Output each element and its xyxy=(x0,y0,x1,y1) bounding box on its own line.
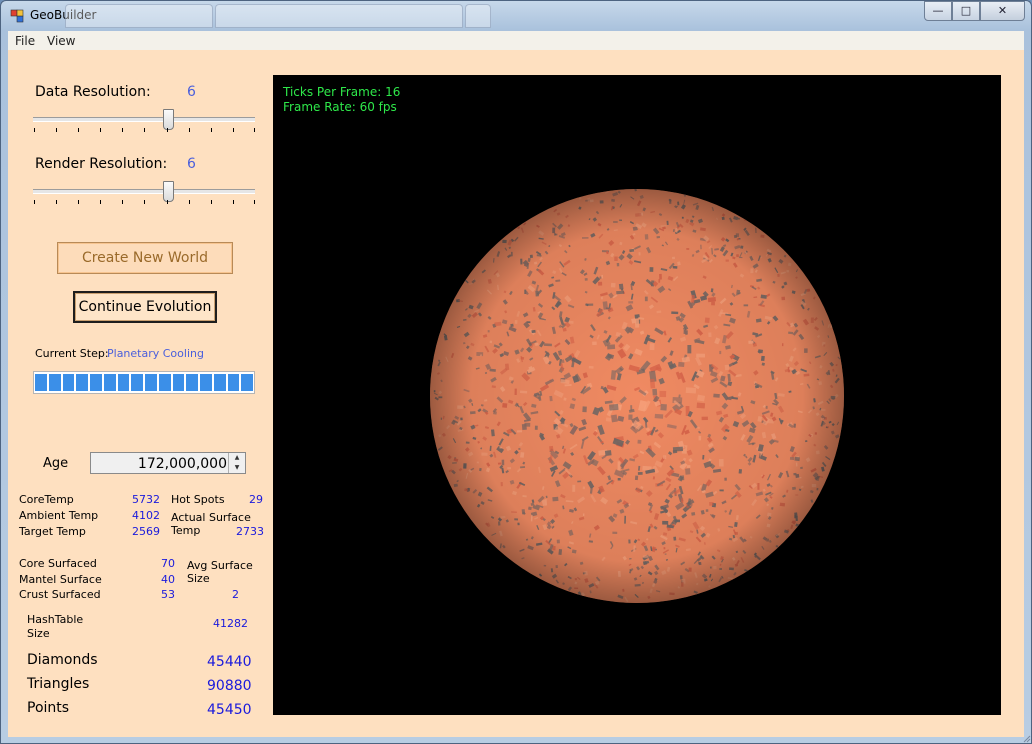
create-new-world-button[interactable]: Create New World xyxy=(57,242,233,274)
hashtable-size-value: 41282 xyxy=(213,617,248,630)
progress-segment xyxy=(35,374,47,391)
background-tab xyxy=(215,4,463,28)
core-surfaced-value: 70 xyxy=(161,557,175,570)
title-bar[interactable]: GeoBuilder — □ ✕ xyxy=(1,1,1031,31)
spin-down-icon[interactable]: ▼ xyxy=(229,463,245,473)
actual-surface-temp-label-2: Temp xyxy=(171,524,201,537)
progress-segment xyxy=(145,374,157,391)
evolution-progress-bar xyxy=(33,371,255,394)
progress-segment xyxy=(62,374,75,391)
core-temp-label: CoreTemp xyxy=(19,493,74,506)
progress-segment xyxy=(200,374,212,391)
slider-track xyxy=(33,189,255,194)
current-step-label: Current Step: xyxy=(35,347,109,360)
menu-view[interactable]: View xyxy=(47,34,75,48)
hot-spots-label: Hot Spots xyxy=(171,493,225,506)
diamonds-value: 45440 xyxy=(207,654,252,670)
planet-sphere[interactable] xyxy=(273,75,1001,715)
progress-segment xyxy=(48,374,61,391)
mantel-surface-label: Mantel Surface xyxy=(19,573,102,586)
target-temp-label: Target Temp xyxy=(19,525,86,538)
spin-up-icon[interactable]: ▲ xyxy=(229,453,245,463)
current-step-value: Planetary Cooling xyxy=(107,347,204,360)
app-icon xyxy=(10,9,24,23)
background-tab xyxy=(65,4,213,28)
points-value: 45450 xyxy=(207,702,252,718)
core-surfaced-label: Core Surfaced xyxy=(19,557,97,570)
age-spinner[interactable]: 172,000,000 ▲ ▼ xyxy=(90,452,246,474)
progress-segment xyxy=(227,374,240,391)
avg-surface-size-label: Avg Surface xyxy=(187,559,253,572)
resize-grip-icon[interactable] xyxy=(1021,733,1031,743)
mantel-surface-value: 40 xyxy=(161,573,175,586)
close-button[interactable]: ✕ xyxy=(980,1,1025,21)
app-window: GeoBuilder — □ ✕ File View Data Resoluti… xyxy=(0,0,1032,744)
minimize-button[interactable]: — xyxy=(924,1,952,21)
progress-segment xyxy=(213,374,226,391)
hashtable-size-label-2: Size xyxy=(27,627,50,640)
actual-surface-temp-label: Actual Surface xyxy=(171,511,251,524)
age-value: 172,000,000 xyxy=(137,456,227,472)
progress-segment xyxy=(186,374,198,391)
age-label: Age xyxy=(43,456,69,471)
continue-evolution-button[interactable]: Continue Evolution xyxy=(73,291,217,323)
avg-surface-size-value: 2 xyxy=(232,588,239,601)
points-label: Points xyxy=(27,700,70,716)
progress-segment xyxy=(241,374,253,391)
ambient-temp-value: 4102 xyxy=(132,509,160,522)
render-viewport[interactable]: Ticks Per Frame: 16 Frame Rate: 60 fps xyxy=(273,75,1001,715)
crust-surfaced-value: 53 xyxy=(161,588,175,601)
menu-bar: File View xyxy=(8,31,1024,50)
slider-track xyxy=(33,117,255,122)
crust-surfaced-label: Crust Surfaced xyxy=(19,588,101,601)
client-area: Data Resolution: 6 Render Resolution: 6 xyxy=(8,50,1024,737)
background-tab xyxy=(465,4,491,28)
render-resolution-slider[interactable] xyxy=(33,180,257,210)
hashtable-size-label: HashTable xyxy=(27,613,84,626)
actual-surface-temp-value: 2733 xyxy=(236,525,264,538)
data-resolution-slider[interactable] xyxy=(33,108,257,138)
ambient-temp-label: Ambient Temp xyxy=(19,509,99,522)
progress-segment xyxy=(76,374,88,391)
progress-segment xyxy=(117,374,130,391)
progress-segment xyxy=(172,374,185,391)
progress-segment xyxy=(158,374,171,391)
diamonds-label: Diamonds xyxy=(27,652,98,668)
maximize-button[interactable]: □ xyxy=(952,1,980,21)
progress-segment xyxy=(103,374,116,391)
hot-spots-value: 29 xyxy=(249,493,263,506)
render-resolution-value: 6 xyxy=(187,156,196,172)
progress-segment xyxy=(90,374,102,391)
core-temp-value: 5732 xyxy=(132,493,160,506)
progress-segment xyxy=(131,374,143,391)
data-resolution-value: 6 xyxy=(187,84,196,100)
avg-surface-size-label-2: Size xyxy=(187,572,210,585)
render-resolution-label: Render Resolution: xyxy=(35,156,168,172)
data-resolution-label: Data Resolution: xyxy=(35,84,151,100)
target-temp-value: 2569 xyxy=(132,525,160,538)
slider-thumb[interactable] xyxy=(163,109,174,130)
triangles-label: Triangles xyxy=(27,676,90,692)
triangles-value: 90880 xyxy=(207,678,252,694)
slider-thumb[interactable] xyxy=(163,181,174,202)
menu-file[interactable]: File xyxy=(15,34,35,48)
